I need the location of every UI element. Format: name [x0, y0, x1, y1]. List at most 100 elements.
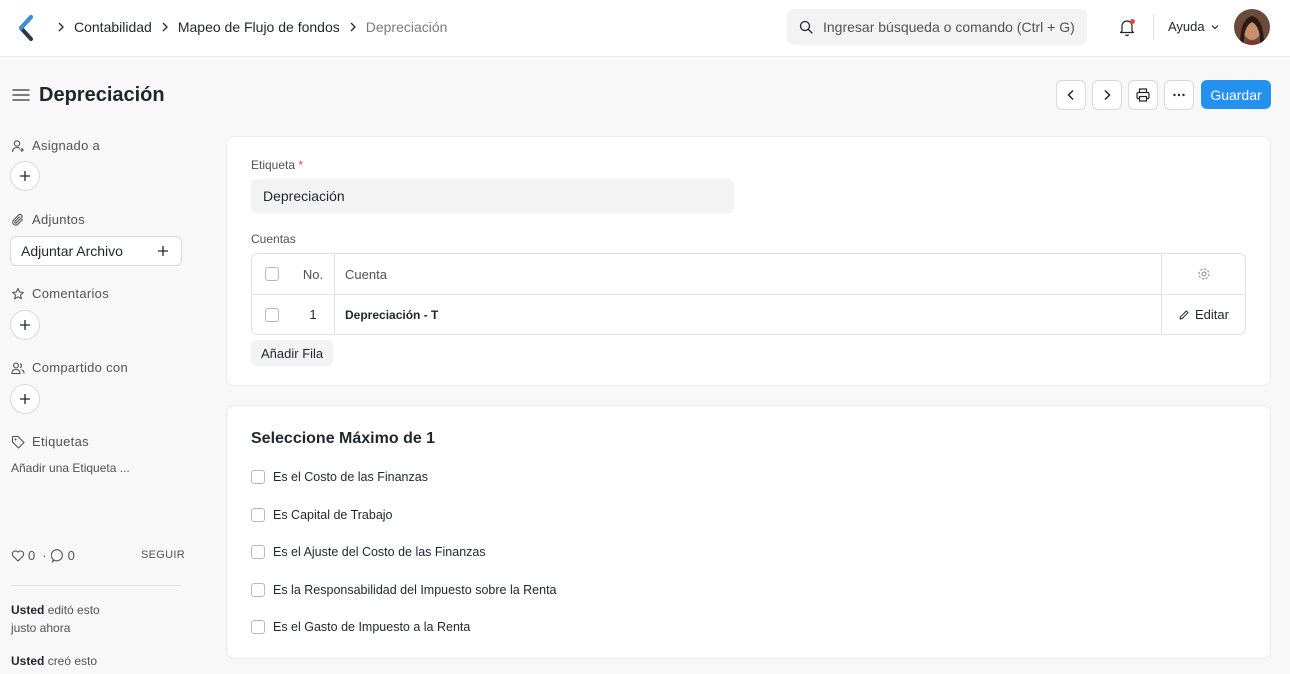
section-title: Seleccione Máximo de 1 [251, 430, 436, 447]
tags-section: Etiquetas [11, 434, 89, 449]
top-navbar: Contabilidad Mapeo de Flujo de fondos De… [0, 0, 1290, 57]
add-assignee-button[interactable] [10, 161, 40, 191]
option-label: Es el Costo de las Finanzas [273, 470, 428, 484]
star-icon [12, 287, 24, 299]
edit-label: Editar [1195, 307, 1229, 322]
separator-dot: · [42, 548, 47, 563]
likes-count: 0 [28, 548, 36, 563]
option-checkbox-item[interactable]: Es el Gasto de Impuesto a la Renta [251, 620, 470, 634]
tag-icon [11, 435, 25, 449]
add-row-button[interactable]: Añadir Fila [251, 340, 334, 366]
follow-button[interactable]: SEGUIR [141, 549, 185, 561]
search-input[interactable] [823, 9, 1079, 45]
search-bar[interactable] [787, 9, 1087, 45]
comments-section: Comentarios [11, 286, 109, 301]
option-label: Es el Ajuste del Costo de las Finanzas [273, 545, 486, 559]
shared-with-label: Compartido con [32, 360, 128, 375]
column-header-no: No. [302, 266, 324, 282]
previous-record-button[interactable] [1056, 80, 1086, 110]
option-checkbox-item[interactable]: Es Capital de Trabajo [251, 508, 393, 522]
paperclip-icon [12, 213, 24, 226]
option-label: Es Capital de Trabajo [273, 508, 393, 522]
more-actions-button[interactable] [1164, 80, 1194, 110]
chevron-right-icon [350, 22, 356, 32]
sidebar-divider [11, 585, 181, 586]
comment-count: 0 [67, 548, 75, 563]
ellipsis-icon [1173, 93, 1185, 97]
next-record-button[interactable] [1092, 80, 1122, 110]
page-title: Depreciación [39, 84, 165, 106]
table-row[interactable]: 1 Depreciación - T Editar [252, 294, 1245, 334]
option-checkbox-item[interactable]: Es el Costo de las Finanzas [251, 470, 428, 484]
option-checkbox-item[interactable]: Es la Responsabilidad del Impuesto sobre… [251, 583, 557, 597]
user-avatar[interactable] [1234, 9, 1270, 45]
pencil-icon [1179, 310, 1189, 319]
option-checkbox-item[interactable]: Es el Ajuste del Costo de las Finanzas [251, 545, 486, 559]
option-checkbox[interactable] [251, 583, 265, 597]
add-tag-link[interactable]: Añadir una Etiqueta ... [11, 461, 130, 475]
breadcrumb-current[interactable]: Depreciación [366, 19, 448, 35]
help-label: Ayuda [1168, 19, 1205, 34]
plus-icon [158, 246, 168, 256]
save-button[interactable]: Guardar [1201, 80, 1271, 109]
select-all-checkbox[interactable] [265, 267, 279, 281]
attach-file-button[interactable]: Adjuntar Archivo [10, 236, 182, 266]
avatar-image [1234, 9, 1270, 45]
row-number: 1 [309, 307, 317, 322]
comment-icon[interactable] [50, 548, 65, 563]
column-header-account: Cuenta [334, 254, 1162, 294]
activity-user: Usted [11, 603, 45, 617]
chevron-left-icon [1067, 89, 1074, 101]
gear-icon[interactable] [1197, 267, 1211, 281]
activity-time: justo ahora [11, 621, 71, 635]
table-header: No. Cuenta [252, 254, 1245, 294]
app-logo-icon[interactable] [16, 14, 36, 42]
sidebar-toggle-icon[interactable] [12, 87, 30, 103]
heart-icon[interactable] [11, 549, 25, 563]
attachments-label: Adjuntos [32, 212, 85, 227]
required-mark: * [298, 158, 304, 172]
user-plus-icon [11, 139, 24, 152]
option-label: Es la Responsabilidad del Impuesto sobre… [273, 583, 557, 597]
form-card: Etiqueta * Cuentas No. Cuenta 1 Deprecia… [226, 136, 1271, 386]
print-button[interactable] [1128, 80, 1158, 110]
help-menu[interactable]: Ayuda [1168, 19, 1220, 34]
add-comment-button[interactable] [10, 310, 40, 340]
plus-icon [20, 394, 30, 404]
shared-with-section: Compartido con [11, 360, 128, 375]
options-card: Seleccione Máximo de 1 Es el Costo de la… [226, 405, 1271, 659]
attach-file-label: Adjuntar Archivo [21, 243, 123, 259]
breadcrumb: Contabilidad Mapeo de Flujo de fondos De… [48, 17, 447, 37]
printer-icon [1136, 88, 1150, 102]
option-checkbox[interactable] [251, 508, 265, 522]
tags-label: Etiquetas [32, 434, 89, 449]
attachments-section: Adjuntos [11, 212, 85, 227]
row-checkbox[interactable] [265, 307, 279, 322]
activity-item: Usted editó esto justo ahora [11, 601, 100, 637]
option-checkbox[interactable] [251, 620, 265, 634]
engagement-counts: 0 · 0 [11, 548, 79, 563]
activity-action: creó esto [47, 654, 98, 668]
users-icon [11, 362, 25, 374]
label-input[interactable] [251, 179, 734, 213]
activity-action: editó esto [47, 603, 100, 617]
option-checkbox[interactable] [251, 545, 265, 559]
plus-icon [20, 171, 30, 181]
option-checkbox[interactable] [251, 470, 265, 484]
option-label: Es el Gasto de Impuesto a la Renta [273, 620, 471, 634]
activity-item: Usted creó esto [11, 652, 97, 670]
chevron-right-icon [58, 22, 64, 32]
plus-icon [20, 320, 30, 330]
breadcrumb-item-contabilidad[interactable]: Contabilidad [74, 19, 152, 35]
activity-user: Usted [11, 654, 45, 668]
breadcrumb-item-mapeo[interactable]: Mapeo de Flujo de fondos [178, 19, 340, 35]
row-account[interactable]: Depreciación - T [334, 294, 1162, 334]
notification-dot [1130, 19, 1135, 24]
accounts-label: Cuentas [251, 232, 296, 246]
accounts-table: No. Cuenta 1 Depreciación - T Editar [251, 253, 1246, 335]
chevron-right-icon [1104, 89, 1111, 101]
add-share-button[interactable] [10, 384, 40, 414]
chevron-right-icon [162, 22, 168, 32]
edit-row-button[interactable]: Editar [1162, 307, 1245, 322]
navbar-divider [1153, 14, 1154, 40]
